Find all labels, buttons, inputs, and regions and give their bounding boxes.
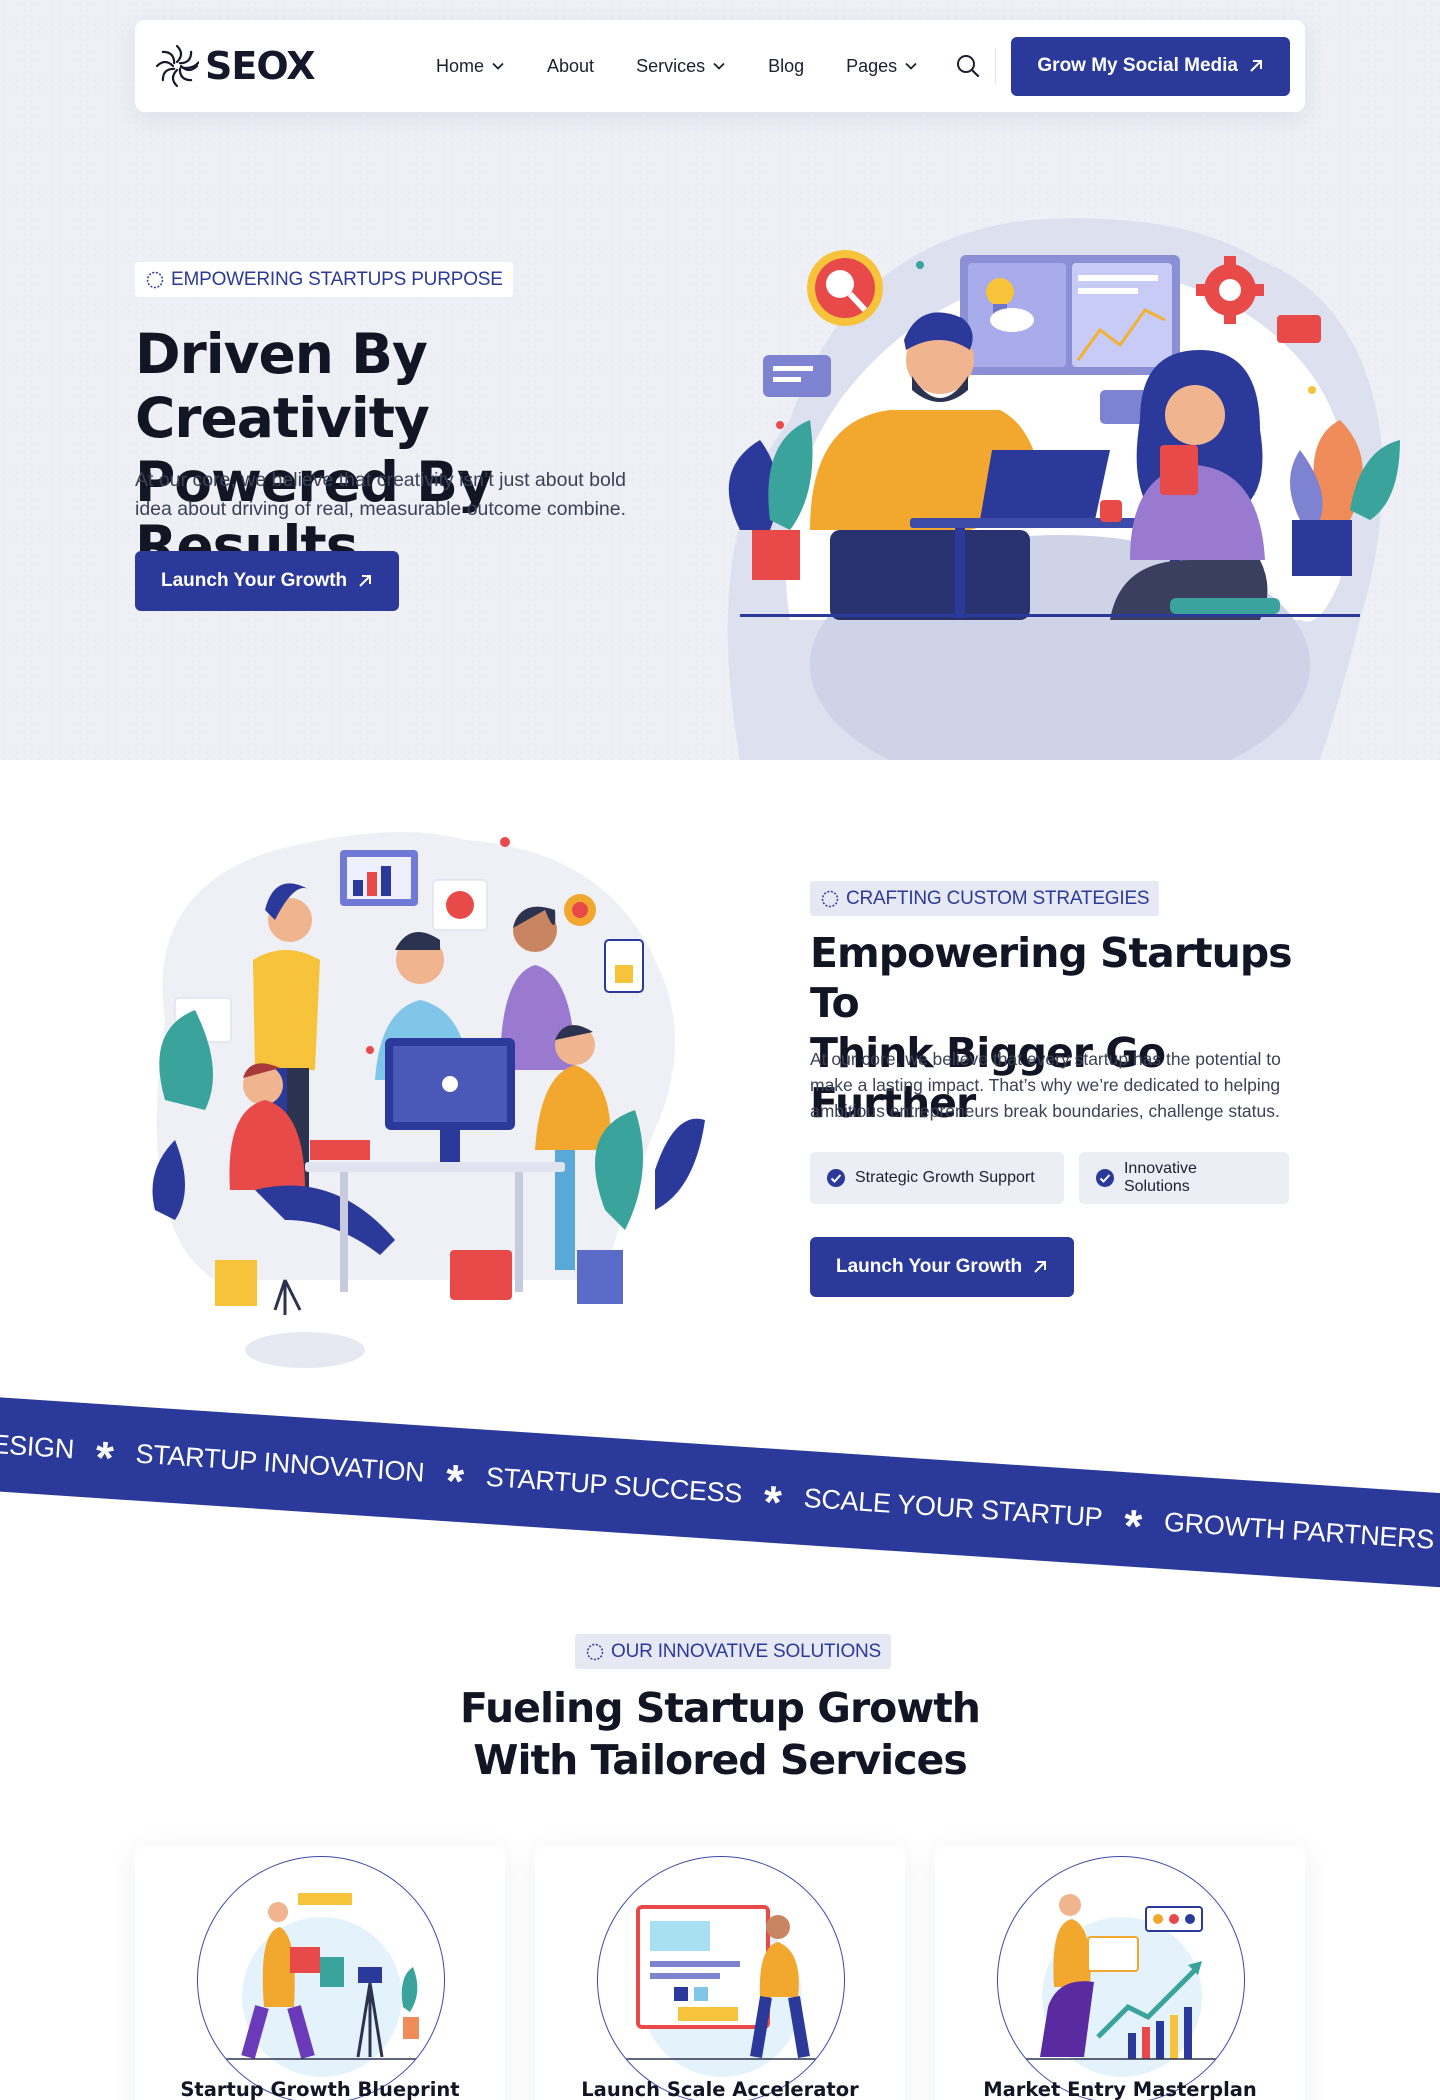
asterisk-icon: * bbox=[93, 1430, 116, 1485]
arrow-up-right-icon bbox=[359, 575, 372, 587]
menu-item-blog[interactable]: Blog bbox=[747, 56, 825, 77]
solutions-title-line2: With Tailored Services bbox=[473, 1736, 967, 1784]
scale-accelerator-illustration bbox=[618, 1905, 828, 2077]
chevron-down-icon bbox=[713, 62, 725, 70]
menu-item-services[interactable]: Services bbox=[615, 56, 747, 77]
chevron-down-icon bbox=[905, 62, 917, 70]
button-label: Launch Your Growth bbox=[161, 570, 348, 591]
strategies-para-line3: ambitious entrepreneurs break boundaries… bbox=[810, 1101, 1280, 1121]
menu-item-home[interactable]: Home bbox=[415, 56, 526, 77]
badge-label: EMPOWERING STARTUPS PURPOSE bbox=[171, 268, 503, 290]
menu-item-label: Blog bbox=[768, 55, 805, 76]
service-card-scale-accelerator[interactable]: Launch Scale Accelerator bbox=[535, 1846, 905, 2100]
marquee-banner: ESIGN * STARTUP INNOVATION * STARTUP SUC… bbox=[0, 1395, 1440, 1591]
sparkle-icon bbox=[586, 1643, 604, 1660]
sparkle-icon bbox=[821, 890, 839, 907]
service-card-title: Launch Scale Accelerator bbox=[581, 2078, 859, 2100]
service-card-title: Startup Growth Blueprint bbox=[180, 2078, 460, 2100]
main-menu: Home About Services Blog Pages bbox=[415, 56, 939, 77]
service-card-growth-blueprint[interactable]: Startup Growth Blueprint bbox=[135, 1846, 505, 2100]
service-card-image bbox=[597, 1856, 845, 2100]
button-label: Grow My Social Media bbox=[1037, 55, 1238, 76]
check-circle-icon bbox=[827, 1169, 845, 1187]
asterisk-icon: * bbox=[444, 1454, 466, 1508]
check-circle-icon bbox=[1095, 1169, 1114, 1187]
team-illustration bbox=[152, 832, 705, 1368]
asterisk-icon: * bbox=[761, 1475, 784, 1529]
menu-item-about[interactable]: About bbox=[526, 56, 615, 77]
feature-chip-innovative-solutions: Innovative Solutions bbox=[1079, 1152, 1289, 1204]
marquee-item: STARTUP INNOVATION bbox=[134, 1438, 426, 1488]
badge-label: OUR INNOVATIVE SOLUTIONS bbox=[611, 1640, 882, 1662]
solutions-badge: OUR INNOVATIVE SOLUTIONS bbox=[575, 1634, 892, 1669]
marquee-item: ESIGN bbox=[0, 1428, 76, 1464]
service-card-market-entry[interactable]: Market Entry Masterplan bbox=[935, 1846, 1305, 2100]
service-card-image bbox=[997, 1856, 1245, 2100]
menu-item-label: About bbox=[547, 55, 595, 76]
feature-chip-strategic-growth: Strategic Growth Support bbox=[810, 1152, 1064, 1204]
launch-growth-button[interactable]: Launch Your Growth bbox=[135, 551, 400, 611]
strategies-badge: CRAFTING CUSTOM STRATEGIES bbox=[810, 881, 1160, 916]
marquee-item: GROWTH PARTNERS bbox=[1163, 1506, 1436, 1555]
feature-chip-label: Strategic Growth Support bbox=[855, 1169, 1035, 1186]
menu-item-label: Pages bbox=[846, 55, 898, 76]
nav-divider bbox=[995, 48, 997, 84]
hero-para-line1: At our core, we believe that creativity … bbox=[135, 469, 627, 491]
sparkle-icon bbox=[146, 271, 164, 288]
feature-chip-label: Innovative Solutions bbox=[1123, 1160, 1197, 1195]
chevron-down-icon bbox=[492, 62, 504, 70]
button-label: Launch Your Growth bbox=[836, 1256, 1023, 1277]
menu-item-label: Services bbox=[636, 55, 706, 76]
marquee-item: STARTUP SUCCESS bbox=[485, 1461, 744, 1509]
strategies-title-line1: Empowering Startups To bbox=[810, 929, 1293, 1027]
badge-label: CRAFTING CUSTOM STRATEGIES bbox=[846, 887, 1150, 909]
hero-para-line2: idea about driving of real, measurable o… bbox=[135, 497, 627, 520]
hero-badge: EMPOWERING STARTUPS PURPOSE bbox=[135, 262, 513, 297]
arrow-up-right-icon bbox=[1034, 1261, 1047, 1273]
arrow-up-right-icon bbox=[1250, 60, 1262, 72]
logo-text: SEOX bbox=[205, 44, 316, 88]
strategies-description: At our core, we believe that every start… bbox=[810, 1046, 1320, 1124]
solutions-title-line1: Fueling Startup Growth bbox=[459, 1684, 981, 1732]
grow-social-media-button[interactable]: Grow My Social Media bbox=[1011, 36, 1290, 96]
top-navbar: SEOX Home About Services Blog Pages Grow… bbox=[135, 20, 1305, 112]
service-card-title: Market Entry Masterplan bbox=[983, 2078, 1257, 2100]
service-card-image bbox=[197, 1856, 445, 2100]
strategies-para-line1: At our core, we believe that every start… bbox=[810, 1049, 1281, 1069]
logo[interactable]: SEOX bbox=[155, 44, 375, 88]
growth-blueprint-illustration bbox=[218, 1893, 428, 2077]
asterisk-icon: * bbox=[1122, 1499, 1144, 1553]
hero-title: Driven By Creativity Powered By Results bbox=[135, 322, 695, 578]
search-icon[interactable] bbox=[955, 53, 981, 79]
hero-description: At our core, we believe that creativity … bbox=[135, 466, 655, 524]
menu-item-pages[interactable]: Pages bbox=[825, 56, 939, 77]
market-entry-illustration bbox=[1018, 1894, 1228, 2077]
logo-spiral-icon bbox=[155, 44, 199, 88]
menu-item-label: Home bbox=[436, 55, 485, 76]
hero-title-line1: Driven By Creativity bbox=[135, 322, 430, 450]
launch-growth-button-2[interactable]: Launch Your Growth bbox=[810, 1237, 1075, 1297]
marquee-item: SCALE YOUR STARTUP bbox=[802, 1482, 1104, 1533]
hero-illustration bbox=[727, 218, 1400, 760]
solutions-title: Fueling Startup Growth With Tailored Serv… bbox=[370, 1682, 1070, 1786]
strategies-para-line2: make a lasting impact. That’s why we’re … bbox=[810, 1075, 1281, 1095]
